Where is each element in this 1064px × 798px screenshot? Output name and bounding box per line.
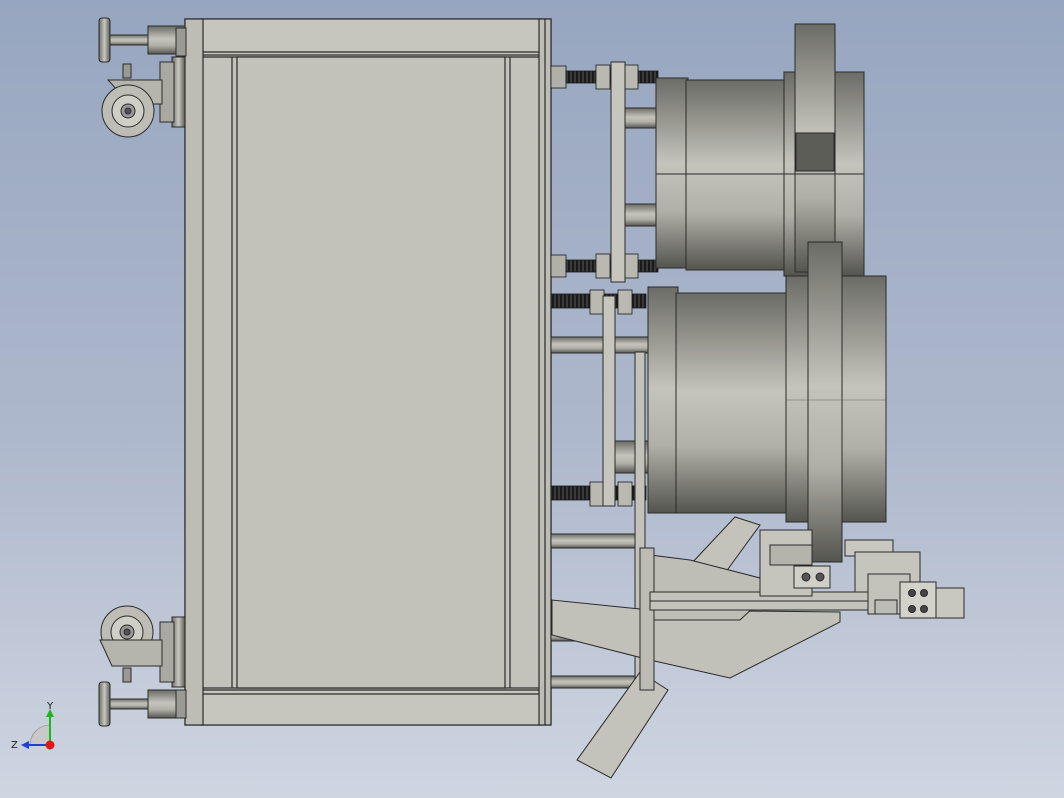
cabinet-top-rail	[200, 18, 542, 56]
upper-flange-plate[interactable]	[610, 61, 658, 283]
upper-cylinder[interactable]	[655, 23, 865, 277]
caster-wheel-top[interactable]	[101, 56, 186, 138]
leveling-foot-bottom[interactable]	[98, 681, 187, 727]
lower-cylinder[interactable]	[647, 241, 887, 563]
triad-z-label: Z	[11, 740, 18, 751]
lower-mount-bolts[interactable]	[550, 289, 647, 507]
triad-z-arrow	[21, 741, 29, 749]
orientation-triad: Y Z	[11, 701, 55, 751]
cabinet-frame[interactable]	[184, 18, 552, 726]
cabinet-panel	[236, 56, 506, 689]
triad-y-label: Y	[46, 701, 54, 712]
leveling-foot-top[interactable]	[98, 17, 187, 63]
cad-viewport[interactable]: Y Z	[0, 0, 1064, 798]
cabinet-left-post	[184, 18, 204, 726]
triad-x-axis-dot	[45, 740, 55, 750]
caster-wheel-bottom[interactable]	[99, 605, 186, 688]
upper-mount-bolts[interactable]	[550, 64, 659, 279]
